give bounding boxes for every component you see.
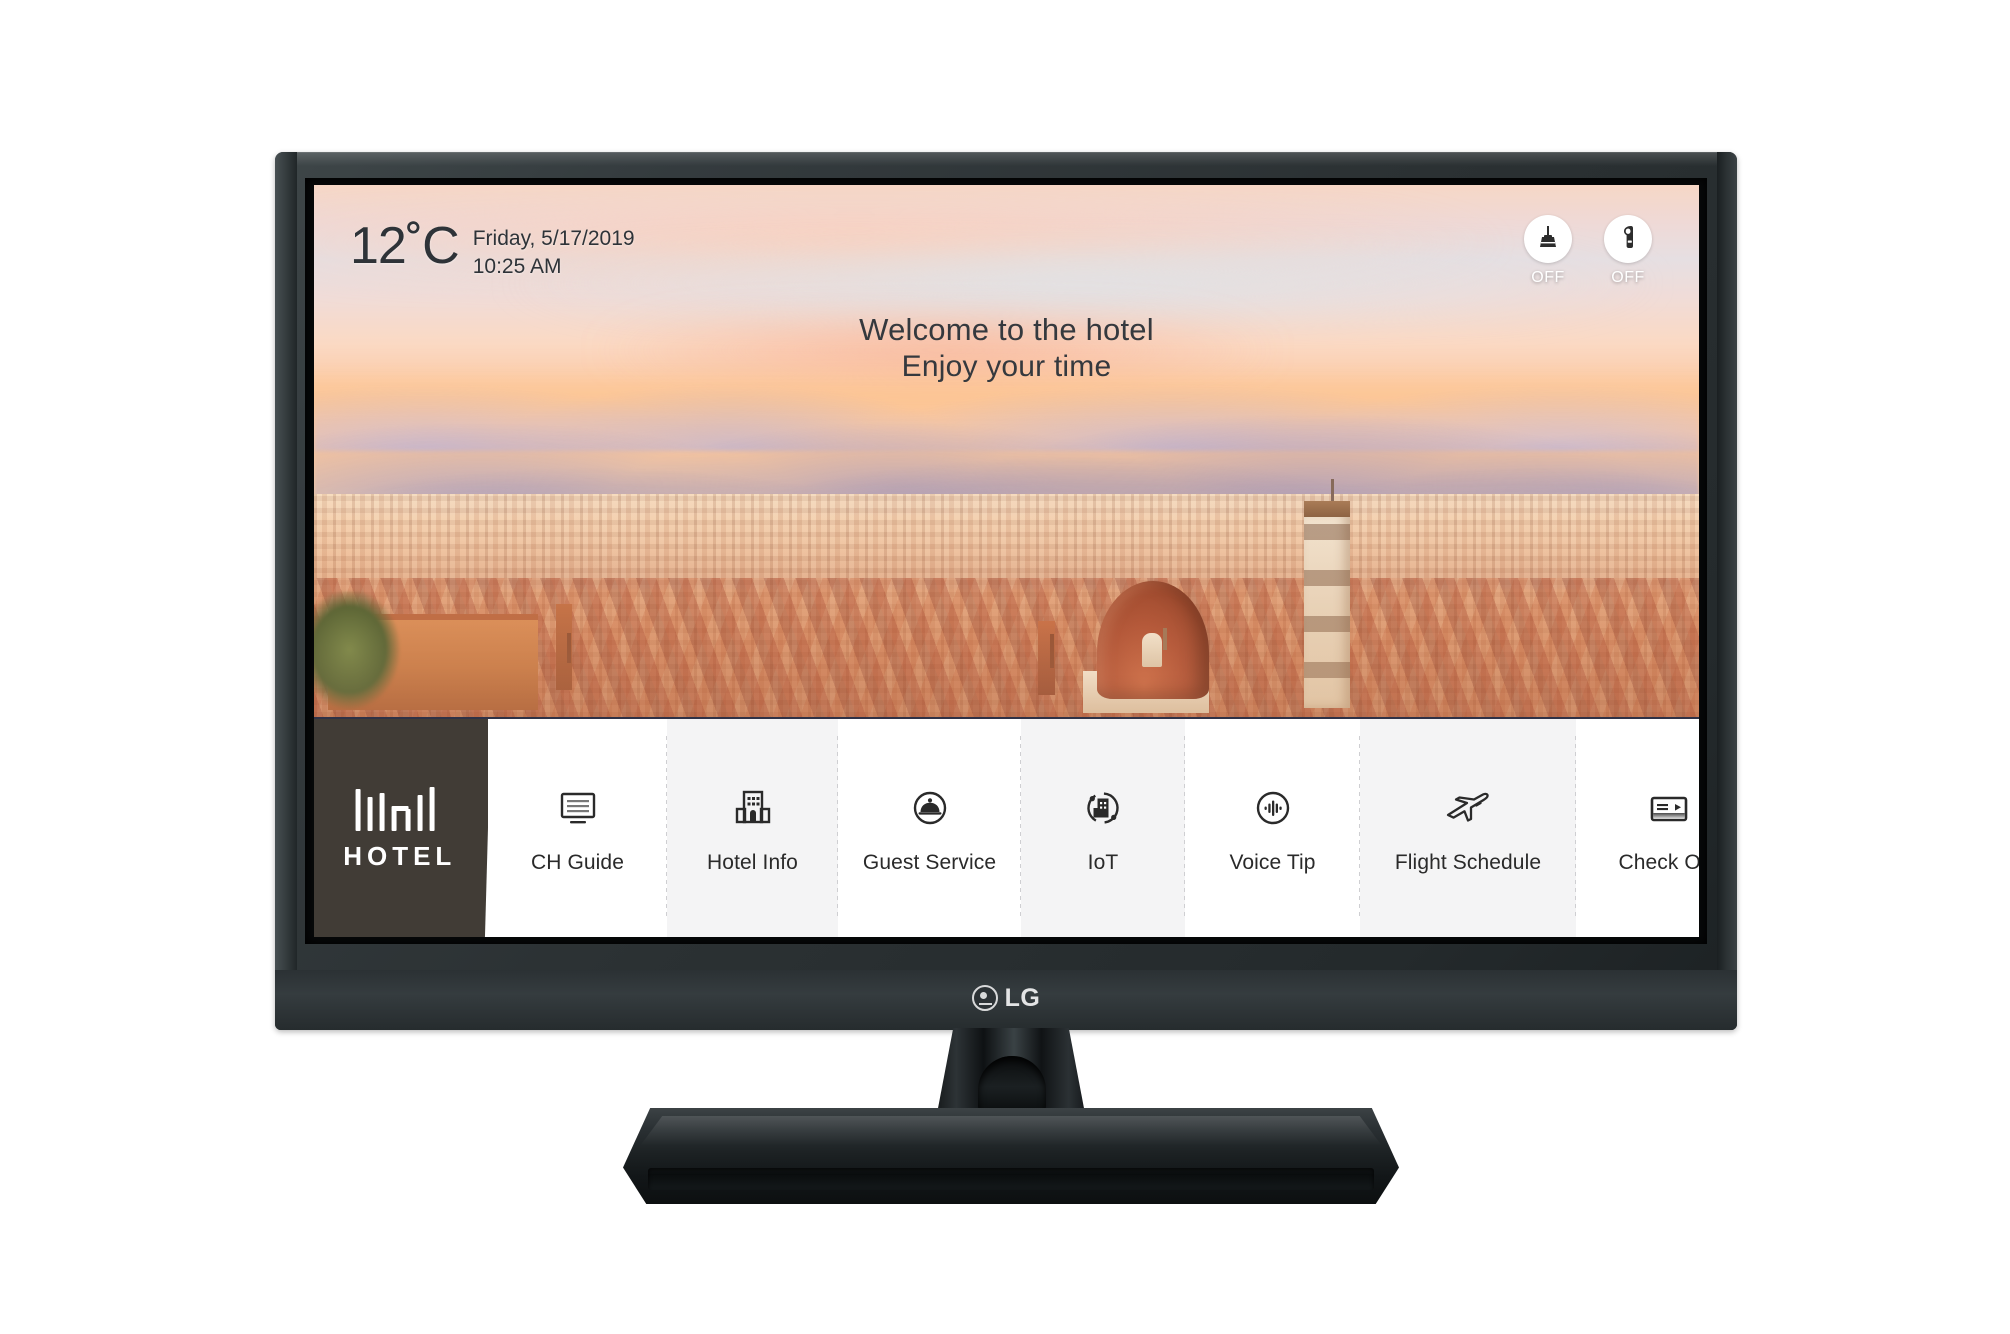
campanile-windows: [1304, 512, 1351, 709]
datetime-block: Friday, 5/17/2019 10:25 AM: [473, 221, 635, 282]
do-not-disturb-button[interactable]: [1604, 215, 1652, 263]
key-card-icon: [1642, 781, 1696, 835]
campanile-spire: [1330, 479, 1334, 501]
time-value: 10:25 AM: [472, 255, 562, 279]
service-toggles: OFF OFF: [1519, 215, 1657, 287]
menu-item-voice-tip[interactable]: Voice Tip: [1185, 719, 1360, 937]
bezel-top-highlight: [275, 152, 1737, 166]
tv-stand-base-gloss: [640, 1116, 1382, 1146]
bezel-right-chamfer: [1717, 152, 1737, 1030]
welcome-subtitle: Enjoy your time: [901, 349, 1112, 383]
menu-item-label: Flight Schedule: [1394, 851, 1542, 874]
tv-stand-base-lip: [648, 1168, 1374, 1190]
iot-connected-building-icon: [1076, 781, 1130, 835]
menu-item-label: Hotel Info: [707, 851, 798, 874]
channel-guide-screen-icon: [551, 781, 605, 835]
menu-item-hotel-info[interactable]: Hotel Info: [667, 719, 838, 937]
menu-item-ch-guide[interactable]: CH Guide: [488, 719, 667, 937]
make-up-room-button[interactable]: [1524, 215, 1572, 263]
hotel-building-icon: [726, 781, 780, 835]
left-tower-spire: [567, 633, 572, 664]
middle-tower-spire: [1050, 633, 1055, 668]
make-up-room-toggle[interactable]: OFF: [1519, 215, 1577, 287]
hotel-logo-text: HOTEL: [343, 840, 457, 871]
lg-logo: LG: [971, 983, 1041, 1013]
weather-clock-overlay: 12˚C Friday, 5/17/2019 10:25 AM: [350, 217, 635, 282]
menu-item-label: IoT: [1087, 851, 1119, 874]
duomo-spire: [1163, 627, 1167, 650]
menu-item-guest-service[interactable]: Guest Service: [838, 719, 1021, 937]
hotel-brand-tile: HOTEL: [314, 719, 492, 937]
menu-item-label: Guest Service: [862, 851, 997, 874]
temperature-value: 12˚C: [350, 217, 460, 275]
welcome-block: Welcome to the hotel Enjoy your time: [314, 311, 1699, 385]
do-not-disturb-toggle[interactable]: OFF: [1599, 215, 1657, 287]
airplane-icon: [1441, 781, 1495, 835]
foreground-tree: [314, 591, 411, 717]
housekeeping-broom-icon: [1534, 223, 1562, 256]
menu-item-label: Voice Tip: [1229, 851, 1316, 874]
tv-bezel: 12˚C Friday, 5/17/2019 10:25 AM OFF OFF …: [275, 152, 1737, 1030]
lg-circle-logo-icon: [971, 985, 998, 1011]
do-not-disturb-status: OFF: [1611, 269, 1645, 286]
make-up-room-status: OFF: [1531, 269, 1565, 286]
bezel-left-chamfer: [275, 152, 297, 1030]
lg-wordmark: LG: [1004, 983, 1041, 1012]
hotel-menu-bar: HOTEL CH Guide Hotel Info Guest Service …: [314, 717, 1699, 937]
tv-bottom-bezel: LG: [275, 970, 1737, 1030]
hotel-building-logo-icon: [354, 785, 446, 831]
do-not-disturb-door-hanger-icon: [1614, 223, 1642, 256]
cityscape: [314, 479, 1699, 717]
menu-item-label: Check Out: [1618, 851, 1699, 874]
menu-item-label: CH Guide: [530, 851, 624, 874]
welcome-title: Welcome to the hotel: [859, 312, 1154, 347]
campanile-top: [1304, 501, 1351, 517]
menu-item-check-out[interactable]: Check Out: [1576, 719, 1699, 937]
voice-waveform-icon: [1246, 781, 1300, 835]
tv-screen: 12˚C Friday, 5/17/2019 10:25 AM OFF OFF …: [314, 185, 1699, 937]
menu-item-iot[interactable]: IoT: [1021, 719, 1185, 937]
service-bell-icon: [903, 781, 957, 835]
duomo-lantern: [1142, 632, 1163, 667]
date-value: Friday, 5/17/2019: [472, 227, 635, 250]
menu-item-flight-schedule[interactable]: Flight Schedule: [1360, 719, 1576, 937]
lg-hotel-television: 12˚C Friday, 5/17/2019 10:25 AM OFF OFF …: [275, 152, 1737, 1030]
